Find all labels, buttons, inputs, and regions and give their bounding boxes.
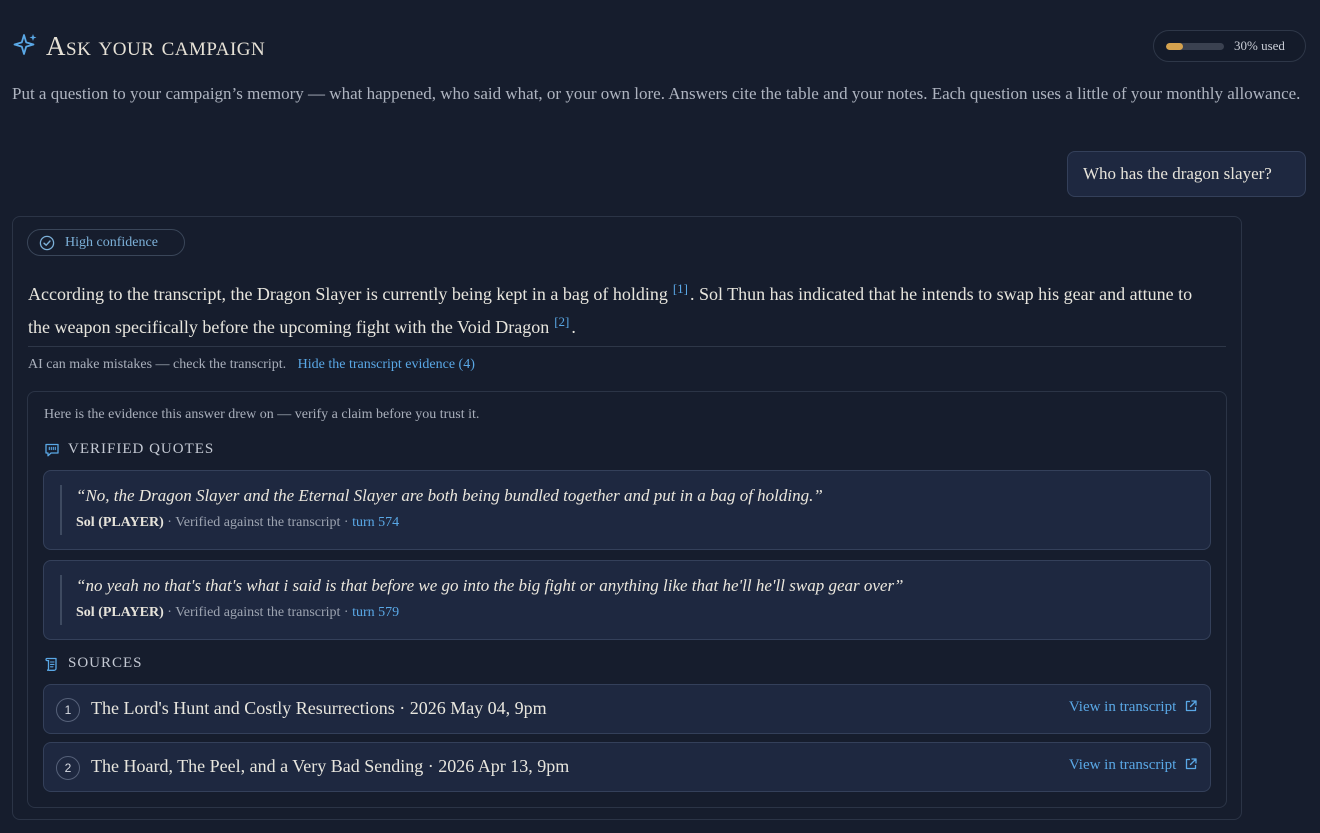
sparkles-icon [13,34,37,55]
quote-meta: Sol (PLAYER) · Verified against the tran… [76,515,399,531]
intro-text: Put a question to your campaign’s memory… [12,84,1301,103]
ai-disclaimer: AI can make mistakes — check the transcr… [28,357,475,373]
disclaimer-text: AI can make mistakes — check the transcr… [28,357,287,372]
evidence-panel: Here is the evidence this answer drew on… [27,391,1227,808]
confidence-badge: High confidence [27,229,185,256]
view-in-transcript-label: View in transcript [1068,699,1177,715]
source-item: 1 The Lord's Hunt and Costly Resurrectio… [43,684,1211,734]
quote-verified: · Verified against the transcript · [167,605,349,620]
hide-evidence-link[interactable]: Hide the transcript evidence (4) [298,357,475,372]
divider [28,346,1226,347]
page-title: Ask your campaign [46,31,266,61]
quote-turn-link[interactable]: turn 579 [352,605,399,620]
source-title: The Hoard, The Peel, and a Very Bad Send… [91,756,570,776]
source-number: 1 [56,698,80,722]
usage-meter: 30% used [1153,30,1306,62]
quote-bar [60,575,62,625]
scroll-icon [45,657,57,671]
quote-text: “No, the Dragon Slayer and the Eternal S… [76,486,823,505]
citation-2[interactable]: [2] [554,314,569,329]
sources-label: SOURCES [68,655,143,671]
quote-turn-link[interactable]: turn 574 [352,515,399,530]
answer-sentence-1: According to the transcript, the Dragon … [28,284,668,304]
quote-bar [60,485,62,535]
view-in-transcript-link[interactable]: View in transcript [1069,757,1198,774]
external-link-icon [1185,758,1197,770]
view-in-transcript-label: View in transcript [1068,757,1177,773]
source-title: The Lord's Hunt and Costly Resurrections… [91,698,547,718]
check-circle-icon [39,235,55,251]
quote-text: “no yeah no that's that's what i said is… [76,576,904,595]
usage-bar [1166,43,1224,50]
quote-card: “No, the Dragon Slayer and the Eternal S… [43,470,1211,550]
quote-speaker: Sol [76,605,95,620]
answer-sentence-3: . [571,317,576,337]
quote-speaker: Sol [76,515,95,530]
source-item: 2 The Hoard, The Peel, and a Very Bad Se… [43,742,1211,792]
page-header: Ask your campaign 30% used [12,30,1306,62]
confidence-label: High confidence [65,235,158,250]
quote-card: “no yeah no that's that's what i said is… [43,560,1211,640]
quote-bubble-icon [45,443,59,457]
view-in-transcript-link[interactable]: View in transcript [1069,699,1198,716]
verified-quotes-label: VERIFIED QUOTES [68,441,215,457]
answer-card: High confidence According to the transcr… [12,216,1242,820]
usage-label: 30% used [1234,38,1285,53]
external-link-icon [1185,700,1197,712]
quote-verified: · Verified against the transcript · [167,515,349,530]
quote-role: (PLAYER) [98,605,164,620]
answer-text: According to the transcript, the Dragon … [28,275,1218,341]
citation-1[interactable]: [1] [673,281,688,296]
usage-bar-fill [1166,43,1184,50]
quote-meta: Sol (PLAYER) · Verified against the tran… [76,605,399,621]
evidence-intro: Here is the evidence this answer drew on… [44,407,480,422]
user-question-bubble: Who has the dragon slayer? [1067,151,1306,197]
source-number: 2 [56,756,80,780]
quote-role: (PLAYER) [98,515,164,530]
